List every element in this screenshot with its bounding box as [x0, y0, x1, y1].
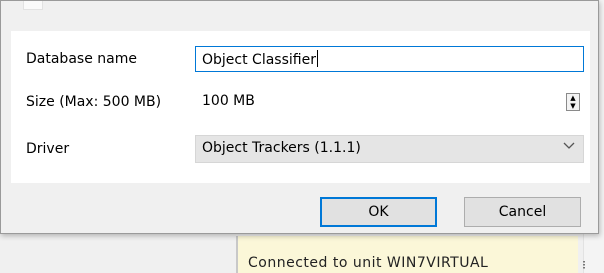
spin-buttons[interactable]: ▲ ▼ — [566, 93, 580, 111]
chevron-down-icon — [563, 139, 575, 155]
size-spinbox[interactable]: 100 MB ▲ ▼ — [195, 89, 584, 115]
dialog-form: Database name Object Classifier Size (Ma… — [11, 31, 590, 183]
status-bar: Connected to unit WIN7VIRTUAL — [236, 236, 578, 273]
database-name-input[interactable]: Object Classifier — [195, 46, 584, 72]
size-label: Size (Max: 500 MB) — [26, 94, 162, 110]
ok-button[interactable]: OK — [320, 197, 437, 227]
database-name-label: Database name — [26, 51, 137, 67]
database-name-value: Object Classifier — [202, 52, 316, 68]
spin-down-arrow-icon[interactable]: ▼ — [567, 102, 579, 110]
size-value: 100 MB — [202, 93, 255, 109]
cancel-button[interactable]: Cancel — [464, 197, 581, 227]
driver-value: Object Trackers (1.1.1) — [202, 140, 361, 156]
new-database-dialog: Database name Object Classifier Size (Ma… — [0, 0, 599, 234]
driver-label: Driver — [26, 141, 70, 157]
status-text: Connected to unit WIN7VIRTUAL — [248, 255, 489, 271]
driver-select[interactable]: Object Trackers (1.1.1) — [195, 135, 584, 163]
title-bar-stub — [23, 1, 43, 10]
text-caret — [316, 50, 318, 67]
more-icon: ⁝ — [582, 258, 586, 272]
spin-up-arrow-icon[interactable]: ▲ — [567, 94, 579, 102]
